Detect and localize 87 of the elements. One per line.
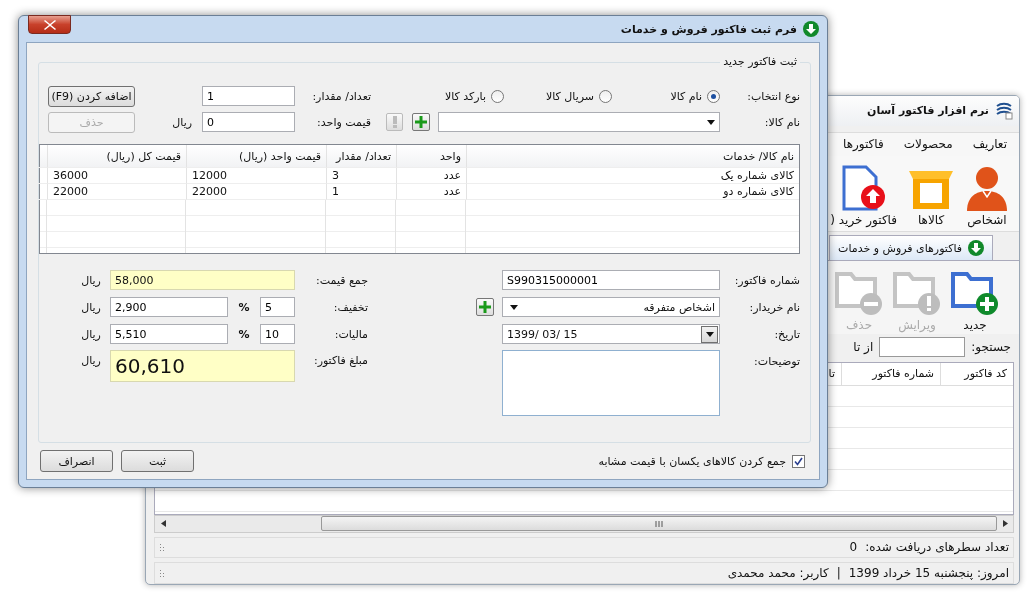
menu-item[interactable]: فاکتورها: [843, 137, 884, 152]
logo-icon: [995, 101, 1013, 120]
column-header[interactable]: کد فاکتور: [940, 362, 1013, 385]
currency-label: ریال: [81, 273, 101, 287]
add-product-button[interactable]: [412, 113, 430, 131]
discount-field[interactable]: 2,900: [110, 297, 228, 317]
table-cell: کالای شماره دو: [466, 184, 799, 200]
tax-percent-field[interactable]: 10: [260, 324, 295, 344]
radio-button[interactable]: نام کالا: [612, 89, 720, 103]
currency-label: ریال: [171, 115, 192, 129]
date-picker[interactable]: 1399/ 03/ 15: [502, 324, 720, 344]
caret-icon: [705, 331, 714, 337]
field-label: جمع قیمت:: [315, 273, 368, 287]
column-header[interactable]: شماره فاکتور: [841, 362, 940, 385]
buyer-dropdown[interactable]: اشخاص متفرقه: [502, 297, 720, 317]
download-icon: [803, 21, 819, 37]
download-icon: [968, 240, 984, 256]
person-icon: [965, 165, 1009, 212]
folder-warning-icon: [893, 270, 941, 317]
tax-field[interactable]: 5,510: [110, 324, 228, 344]
window-title: فرم ثبت فاکتور فروش و خدمات: [620, 22, 797, 36]
field-label: شماره فاکتور:: [733, 273, 800, 287]
search-label: جستجو:: [971, 339, 1011, 354]
ribbon-button[interactable]: اشخاص: [965, 165, 1009, 228]
caret-icon: [707, 119, 715, 125]
close-button[interactable]: [28, 15, 71, 34]
table-cell: 22000: [47, 184, 186, 200]
discount-percent-field[interactable]: 5: [260, 297, 295, 317]
ribbon-button[interactable]: فاکتور خرید (: [830, 165, 897, 228]
caret-icon: [510, 304, 518, 310]
field-label: تاریخ:: [773, 327, 800, 341]
grip-icon: [655, 520, 663, 527]
add-buyer-button[interactable]: [476, 298, 494, 316]
unit-price-field[interactable]: 0: [202, 112, 295, 132]
tab[interactable]: فاکتورهای فروش و خدمات: [829, 235, 993, 260]
menu-item[interactable]: محصولات: [903, 137, 953, 152]
product-dropdown[interactable]: [438, 112, 720, 132]
field-label: تخفیف:: [332, 300, 368, 314]
radio-button[interactable]: بارکد کالا: [396, 89, 504, 103]
notes-field[interactable]: [502, 350, 720, 416]
field-label: توضیحات:: [753, 354, 800, 368]
folder-plus-icon: [951, 270, 999, 317]
amount-field: 60,610: [110, 350, 295, 382]
ribbon-button[interactable]: کالاها: [907, 167, 955, 228]
currency-label: ریال: [81, 300, 101, 314]
grip-icon: [159, 543, 167, 552]
currency-label: ریال: [81, 327, 101, 341]
field-label: نام کالا:: [763, 115, 800, 129]
range-label: از تا: [853, 339, 874, 354]
status-text: تعداد سطرهای دریافت شده:: [865, 540, 1009, 555]
checkmark-icon: [794, 456, 803, 466]
field-label: نوع انتخاب:: [746, 89, 800, 103]
scroll-left-icon: [160, 520, 166, 528]
total-field: 58,000: [110, 270, 295, 290]
radio-button[interactable]: سریال کالا: [504, 89, 612, 103]
folder-minus-icon: [835, 270, 883, 317]
table-cell: 22000: [186, 184, 326, 200]
menu-item[interactable]: تعاریف: [972, 137, 1007, 152]
row-count: 0: [849, 540, 858, 555]
toolbar-button[interactable]: جدید: [949, 270, 1001, 333]
separator: |: [836, 566, 841, 581]
percent-label: %: [238, 300, 250, 314]
percent-label: %: [238, 327, 250, 341]
dialog-button[interactable]: ثبت: [121, 450, 194, 472]
quantity-field[interactable]: 1: [202, 86, 295, 106]
group-title: ثبت فاکتور جدید: [720, 55, 800, 68]
field-label: قیمت واحد:: [316, 115, 371, 129]
table-cell: عدد: [396, 184, 466, 200]
currency-label: ریال: [81, 354, 101, 367]
search-field[interactable]: [879, 336, 966, 357]
field-label: مالیات:: [333, 327, 368, 341]
date-text: امروز: پنجشنبه 15 خرداد 1399: [848, 566, 1009, 581]
user-text: کاربر: محمد محمدی: [727, 566, 829, 581]
invoice-number-field[interactable]: S990315000001: [502, 270, 720, 290]
merge-checkbox[interactable]: جمع کردن کالاهای یکسان با قیمت مشابه: [598, 454, 805, 468]
table-cell: 1: [326, 184, 396, 200]
dialog-button[interactable]: انصراف: [40, 450, 113, 472]
grip-icon: [159, 569, 167, 578]
field-label: نام خریدار:: [748, 300, 800, 314]
add-button[interactable]: اضافه کردن (F9): [48, 85, 135, 107]
window-title: نرم افزار فاکتور آسان: [867, 104, 989, 118]
close-icon: [43, 19, 56, 30]
scroll-right-icon: [1002, 520, 1008, 528]
exclamation-icon: [392, 116, 397, 128]
field-label: تعداد/ مقدار:: [311, 89, 371, 103]
field-label: مبلغ فاکتور:: [312, 354, 368, 367]
invoice-icon: [840, 165, 887, 212]
